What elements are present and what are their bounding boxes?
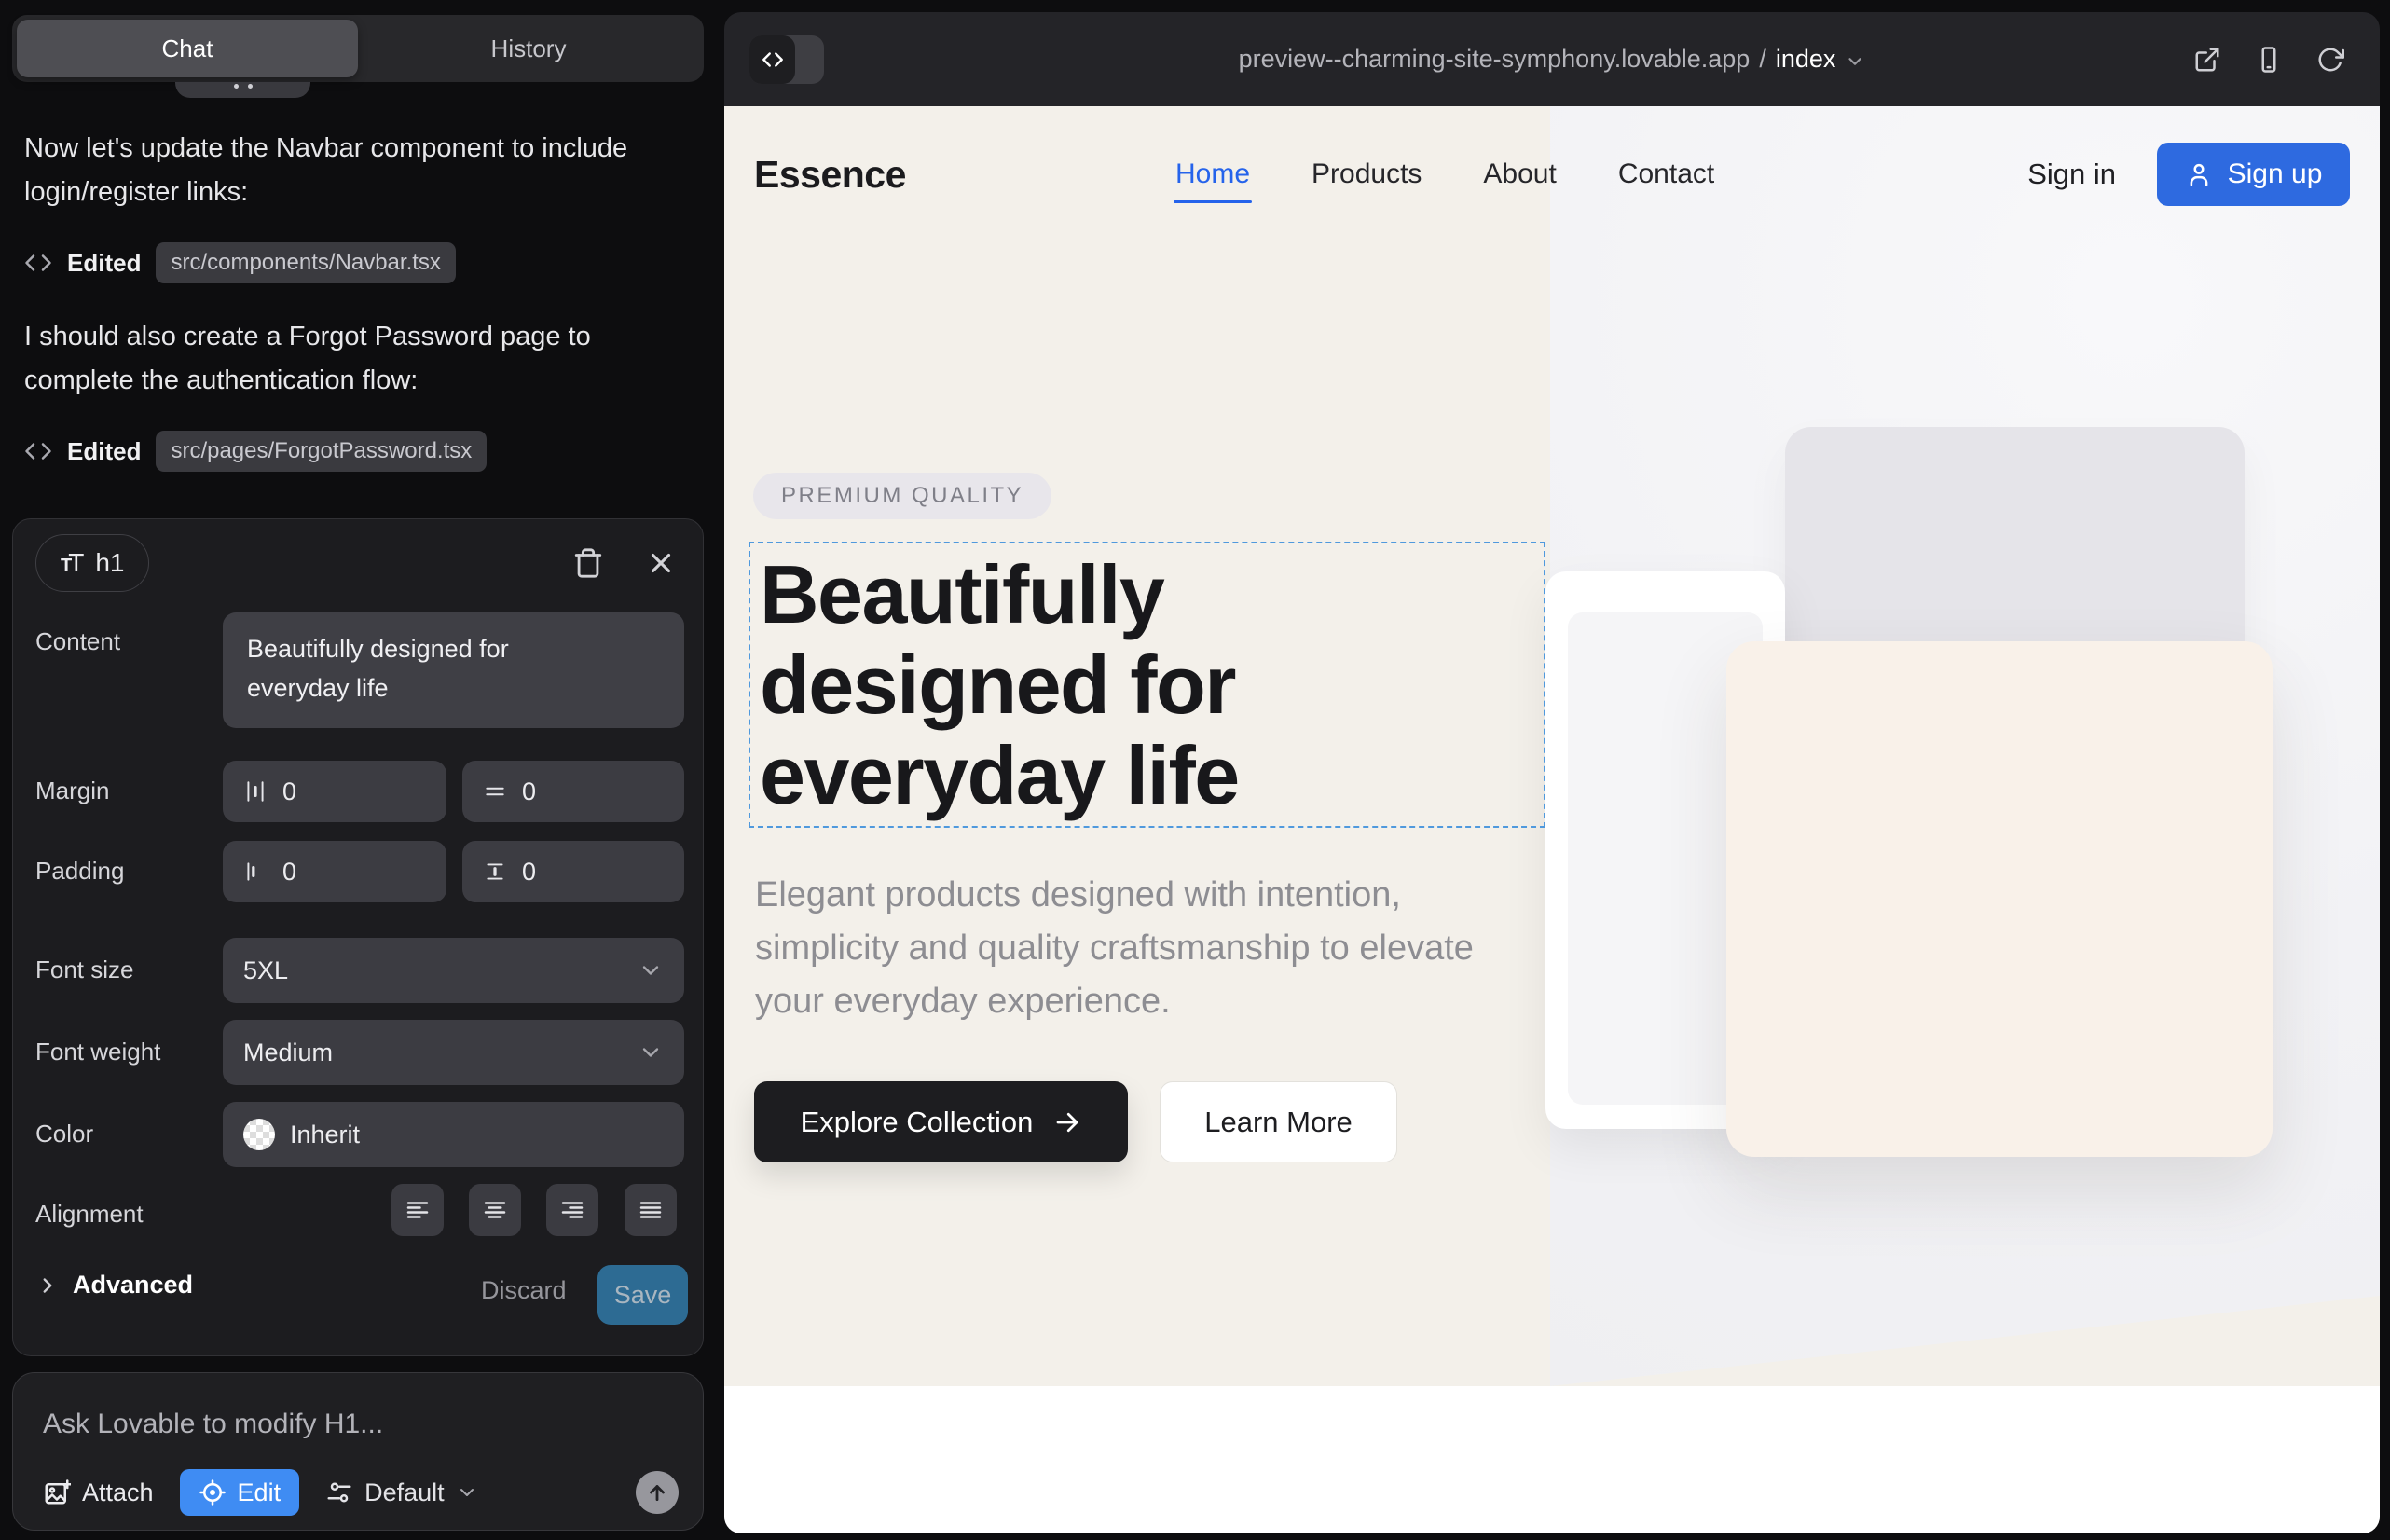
align-left-button[interactable] — [391, 1184, 444, 1236]
tab-history[interactable]: History — [358, 20, 699, 77]
margin-horizontal-icon — [243, 779, 268, 804]
margin-x-input[interactable]: 0 — [223, 761, 446, 822]
chevron-down-icon — [1845, 51, 1865, 72]
code-icon — [24, 249, 52, 277]
assistant-message: I should also create a Forgot Password p… — [24, 315, 658, 403]
color-swatch — [243, 1119, 275, 1150]
preview-browser-window: preview--charming-site-symphony.lovable.… — [724, 12, 2380, 1533]
assistant-message: Now let's update the Navbar component to… — [24, 127, 658, 214]
font-size-select[interactable]: 5XL — [223, 938, 684, 1003]
chevron-down-icon — [456, 1481, 478, 1504]
chevron-down-icon — [638, 957, 664, 983]
user-icon — [2185, 160, 2213, 188]
margin-y-input[interactable]: 0 — [462, 761, 684, 822]
element-tag: h1 — [95, 548, 124, 578]
site-navbar: Essence Home Products About Contact Sign… — [754, 136, 2350, 213]
explore-collection-button[interactable]: Explore Collection — [754, 1081, 1128, 1162]
mode-select[interactable]: Default — [325, 1478, 478, 1507]
chevron-right-icon — [35, 1273, 60, 1298]
selected-h1-outline[interactable]: Beautifully designed for everyday life — [749, 542, 1545, 828]
element-inspector-panel: TT h1 Content Beautifully designed for e… — [12, 518, 704, 1356]
align-center-button[interactable] — [469, 1184, 521, 1236]
font-weight-select[interactable]: Medium — [223, 1020, 684, 1085]
sign-in-link[interactable]: Sign in — [2027, 158, 2116, 191]
file-path-chip[interactable]: src/components/Navbar.tsx — [156, 242, 455, 283]
content-field[interactable]: Beautifully designed for everyday life — [223, 612, 684, 728]
content-label: Content — [35, 627, 120, 656]
discard-button[interactable]: Discard — [481, 1276, 567, 1305]
edited-label: Edited — [67, 249, 141, 278]
target-icon — [199, 1478, 227, 1506]
sign-up-button[interactable]: Sign up — [2157, 143, 2350, 206]
padding-vertical-icon — [483, 859, 507, 884]
site-auth: Sign in Sign up — [2027, 136, 2350, 213]
hero-heading-line: everyday life — [760, 730, 1544, 820]
prompt-input[interactable] — [43, 1401, 658, 1448]
code-icon — [24, 437, 52, 465]
url-page: index — [1776, 45, 1836, 74]
site-logo[interactable]: Essence — [754, 136, 906, 213]
hero-cta-row: Explore Collection Learn More — [754, 1081, 1397, 1162]
file-path-chip[interactable]: src/pages/ForgotPassword.tsx — [156, 431, 487, 472]
tab-chat[interactable]: Chat — [17, 20, 358, 77]
sliders-icon — [325, 1478, 353, 1506]
edited-file-row[interactable]: Edited src/pages/ForgotPassword.tsx — [24, 429, 487, 474]
url-bar[interactable]: preview--charming-site-symphony.lovable.… — [724, 12, 2380, 106]
font-size-label: Font size — [35, 956, 134, 984]
advanced-toggle[interactable]: Advanced — [35, 1271, 193, 1299]
nav-link-products[interactable]: Products — [1310, 145, 1423, 203]
type-icon: TT — [61, 548, 84, 578]
nav-link-about[interactable]: About — [1481, 145, 1558, 203]
hero-heading-line: designed for — [760, 639, 1544, 730]
font-weight-label: Font weight — [35, 1038, 160, 1066]
app: Chat History Now let's update the Navbar… — [0, 0, 2390, 1540]
attach-button[interactable]: Attach — [43, 1478, 154, 1507]
site-preview: Essence Home Products About Contact Sign… — [724, 106, 2380, 1533]
mobile-view-icon[interactable] — [2255, 46, 2283, 74]
send-button[interactable] — [636, 1471, 679, 1514]
close-inspector-icon[interactable] — [645, 547, 679, 581]
align-justify-button[interactable] — [625, 1184, 677, 1236]
refresh-icon[interactable] — [2316, 46, 2344, 74]
clipped-chat-bubble — [175, 82, 310, 98]
hero-section: Essence Home Products About Contact Sign… — [724, 106, 2380, 1386]
sidebar-tabs: Chat History — [12, 15, 704, 82]
align-right-button[interactable] — [546, 1184, 598, 1236]
placeholder-card-cream — [1726, 641, 2273, 1157]
hero-badge: PREMIUM QUALITY — [753, 473, 1051, 519]
padding-x-input[interactable]: 0 — [223, 841, 446, 902]
edited-file-row[interactable]: Edited src/components/Navbar.tsx — [24, 241, 456, 285]
alignment-label: Alignment — [35, 1200, 144, 1229]
hero-heading-line: Beautifully — [760, 549, 1544, 639]
padding-label: Padding — [35, 857, 124, 886]
browser-topbar: preview--charming-site-symphony.lovable.… — [724, 12, 2380, 106]
arrow-right-icon — [1053, 1108, 1081, 1136]
nav-link-home[interactable]: Home — [1174, 145, 1252, 203]
open-external-icon[interactable] — [2193, 46, 2221, 74]
url-host: preview--charming-site-symphony.lovable.… — [1239, 45, 1751, 74]
color-label: Color — [35, 1120, 93, 1148]
nav-link-contact[interactable]: Contact — [1616, 145, 1716, 203]
url-separator: / — [1759, 45, 1766, 74]
padding-y-input[interactable]: 0 — [462, 841, 684, 902]
hero-paragraph: Elegant products designed with intention… — [755, 869, 1501, 1028]
chevron-down-icon — [638, 1039, 664, 1066]
attach-image-icon — [43, 1478, 71, 1506]
margin-label: Margin — [35, 777, 109, 805]
color-select[interactable]: Inherit — [223, 1102, 684, 1167]
save-button[interactable]: Save — [598, 1265, 688, 1325]
learn-more-button[interactable]: Learn More — [1160, 1081, 1397, 1162]
padding-horizontal-icon — [243, 859, 268, 884]
element-tag-pill[interactable]: TT h1 — [35, 534, 149, 592]
edit-mode-button[interactable]: Edit — [180, 1469, 300, 1516]
chat-sidebar: Chat History Now let's update the Navbar… — [0, 0, 724, 1540]
margin-vertical-icon — [483, 779, 507, 804]
prompt-composer: Attach Edit Default — [12, 1372, 704, 1531]
browser-actions — [2193, 12, 2344, 106]
edited-label: Edited — [67, 437, 141, 466]
delete-element-icon[interactable] — [572, 547, 606, 581]
site-nav-links: Home Products About Contact — [1174, 136, 1716, 213]
